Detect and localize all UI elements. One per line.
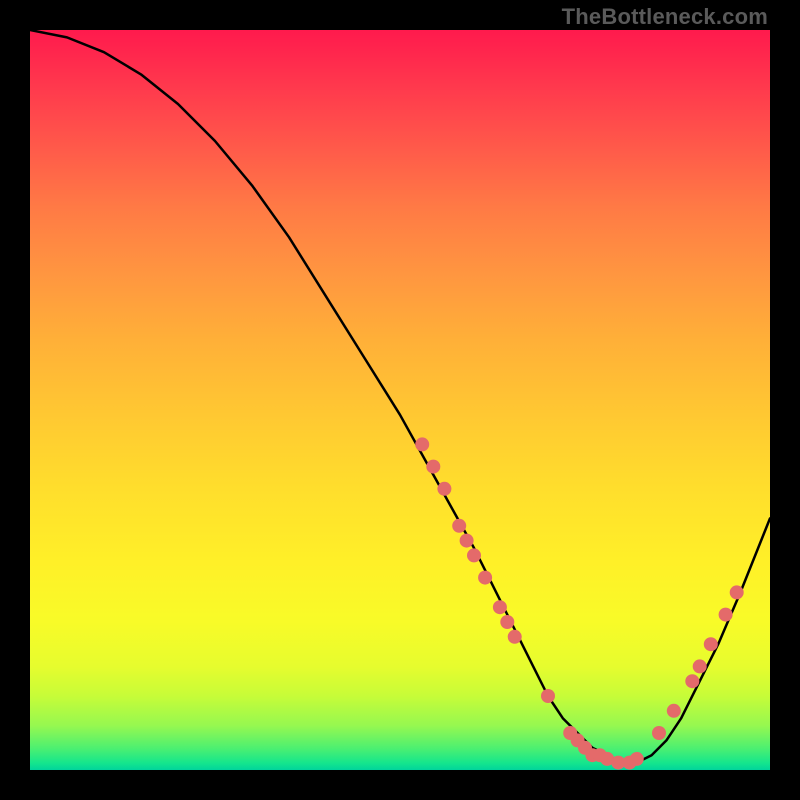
curve-svg — [30, 30, 770, 770]
marker-dot — [415, 437, 429, 451]
marker-dot — [685, 674, 699, 688]
attribution-label: TheBottleneck.com — [562, 4, 768, 30]
marker-dot — [719, 608, 733, 622]
marker-dot — [437, 482, 451, 496]
marker-dot — [467, 548, 481, 562]
marker-dot — [426, 460, 440, 474]
marker-group — [415, 437, 744, 769]
marker-dot — [693, 659, 707, 673]
marker-dot — [667, 704, 681, 718]
marker-dot — [704, 637, 718, 651]
marker-dot — [630, 752, 644, 766]
marker-dot — [493, 600, 507, 614]
curve-line — [30, 30, 770, 763]
marker-dot — [508, 630, 522, 644]
marker-dot — [478, 571, 492, 585]
plot-area — [30, 30, 770, 770]
marker-dot — [460, 534, 474, 548]
marker-dot — [541, 689, 555, 703]
marker-dot — [452, 519, 466, 533]
marker-dot — [652, 726, 666, 740]
chart-stage: TheBottleneck.com — [0, 0, 800, 800]
marker-dot — [730, 585, 744, 599]
marker-dot — [500, 615, 514, 629]
